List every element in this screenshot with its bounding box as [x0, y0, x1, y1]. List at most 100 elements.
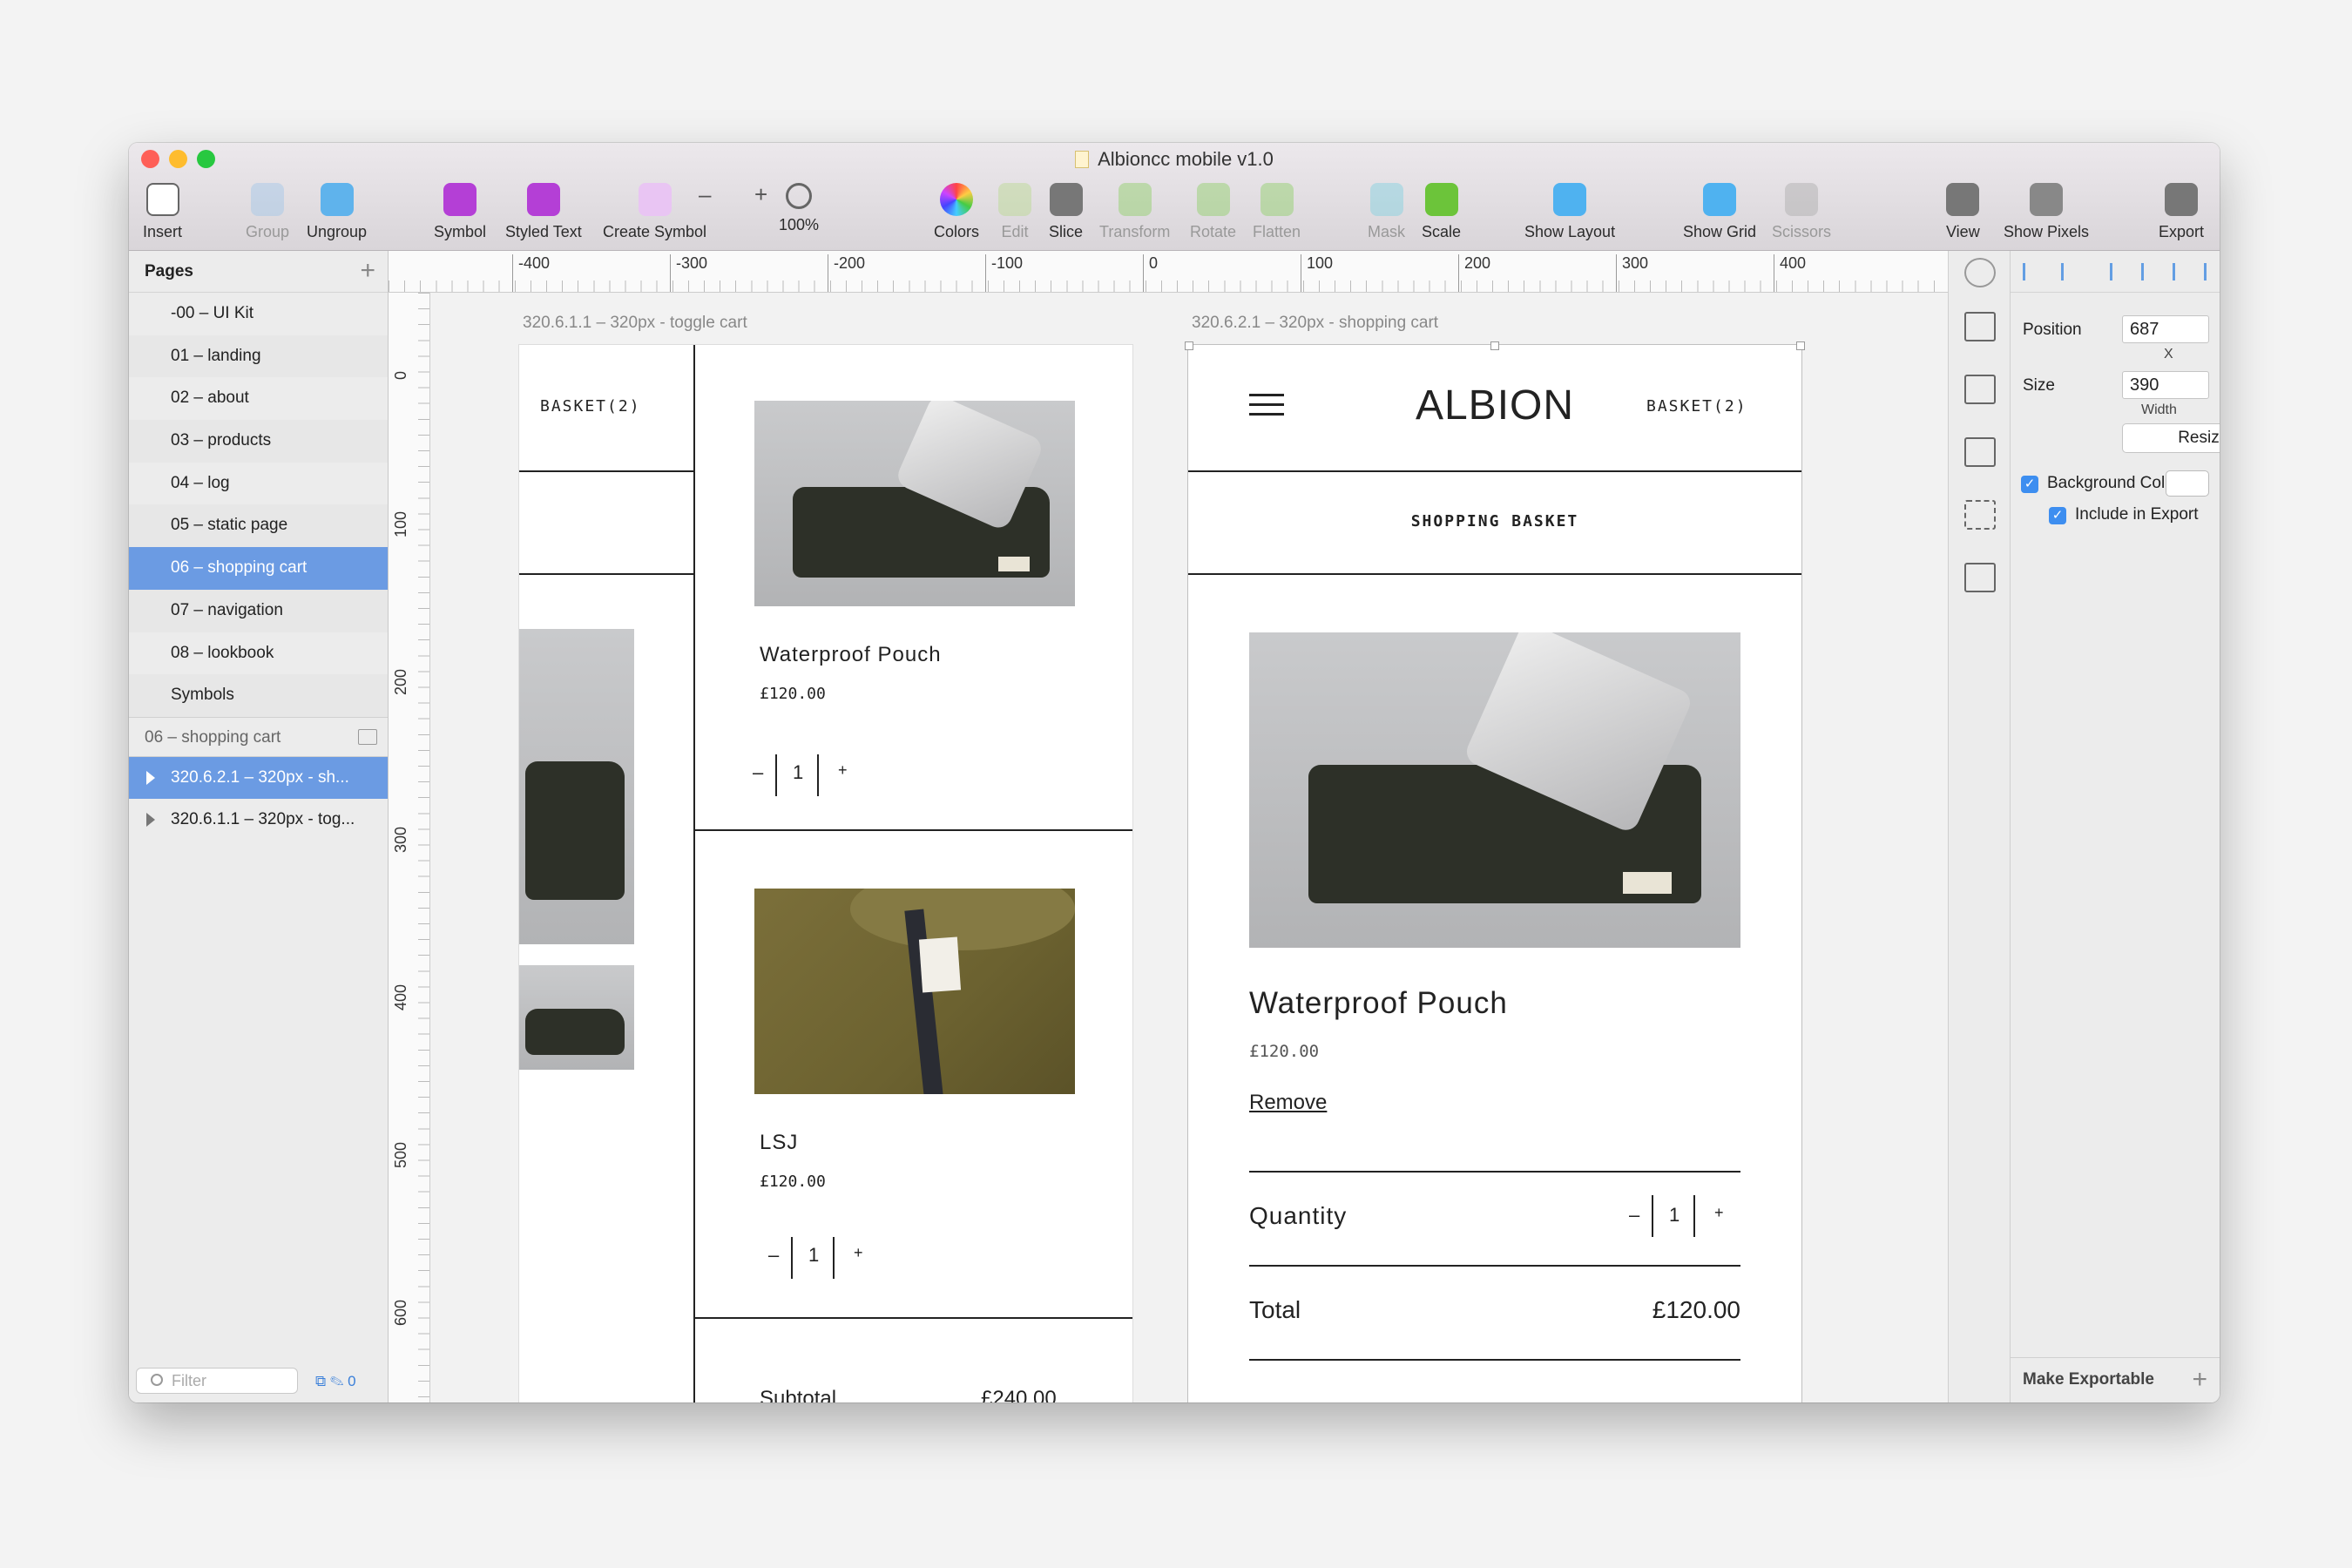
- include-in-export-checkbox[interactable]: ✓: [2049, 507, 2066, 524]
- page-item[interactable]: 05 – static page: [129, 504, 388, 548]
- artboard-layer[interactable]: 320.6.2.1 – 320px - sh...: [129, 756, 388, 799]
- tool-label: Ungroup: [307, 223, 368, 240]
- edit-tool[interactable]: Edit: [998, 183, 1031, 241]
- selection-handle[interactable]: [1185, 341, 1193, 350]
- view-tool[interactable]: View: [1946, 183, 1980, 241]
- position-x-field[interactable]: 687: [2122, 315, 2209, 343]
- artboard-toggle-cart[interactable]: BASKET(2) Waterproof Pouch £120.00 – 1 +…: [519, 345, 1132, 1402]
- sketch-window: Albioncc mobile v1.0 Insert Group Ungroup S…: [129, 143, 2220, 1402]
- page-item[interactable]: 08 – lookbook: [129, 632, 388, 675]
- distribute-horizontal-icon[interactable]: [2023, 263, 2040, 280]
- inspector-panel: Position 687 X Size 390 Width Resize to …: [2011, 251, 2220, 1402]
- quantity-value[interactable]: 1: [808, 1244, 819, 1267]
- decrement-button[interactable]: –: [753, 761, 763, 784]
- ruler-tick-label: 300: [1616, 254, 1648, 292]
- transform-tool[interactable]: Transform: [1099, 183, 1170, 241]
- artboard-label-left[interactable]: 320.6.1.1 – 320px - toggle cart: [523, 314, 747, 333]
- scissors-tool[interactable]: Scissors: [1772, 183, 1831, 241]
- increment-button[interactable]: +: [838, 761, 848, 780]
- page-item[interactable]: 04 – log: [129, 463, 388, 505]
- ruler-tick-label: 0: [392, 370, 409, 380]
- background-color-checkbox[interactable]: ✓: [2021, 476, 2038, 493]
- increment-button[interactable]: +: [1714, 1204, 1724, 1222]
- horizontal-ruler[interactable]: -400 -300 -200 -100 0 100 200 300 400: [389, 251, 1948, 293]
- page-item[interactable]: 07 – navigation: [129, 589, 388, 632]
- mask-tool[interactable]: Mask: [1368, 183, 1405, 241]
- add-page-icon[interactable]: +: [360, 256, 375, 286]
- background-color-swatch[interactable]: [2166, 470, 2209, 497]
- stack-icon[interactable]: [1964, 375, 1996, 404]
- align-center-icon[interactable]: [2141, 263, 2159, 280]
- show-pixels-tool[interactable]: Show Pixels: [2004, 183, 2089, 241]
- artboard-shopping-cart[interactable]: ALBION BASKET(2) SHOPPING BASKET Waterpr…: [1188, 345, 1801, 1402]
- zoom-out-button[interactable]: –: [699, 181, 711, 208]
- divider: [1188, 470, 1801, 472]
- basket-link[interactable]: BASKET(2): [1646, 397, 1747, 416]
- 100--tool[interactable]: 100%: [779, 183, 819, 234]
- colors-tool[interactable]: Colors: [934, 183, 979, 241]
- list-icon[interactable]: [1964, 437, 1996, 467]
- remove-link[interactable]: Remove: [1249, 1091, 1327, 1115]
- make-exportable-bar[interactable]: Make Exportable +: [2011, 1357, 2220, 1402]
- divider: [693, 1317, 1132, 1319]
- add-export-icon[interactable]: +: [2192, 1365, 2207, 1395]
- quantity-value[interactable]: 1: [793, 761, 803, 784]
- artboard-layer[interactable]: 320.6.1.1 – 320px - tog...: [129, 799, 388, 841]
- symbol-icon: [443, 183, 477, 216]
- basket-link-left[interactable]: BASKET(2): [540, 397, 641, 416]
- align-right-icon[interactable]: [2173, 263, 2190, 280]
- align-left-icon[interactable]: [2110, 263, 2127, 280]
- quantity-stepper[interactable]: – 1 +: [768, 1237, 890, 1281]
- group-tool[interactable]: Group: [246, 183, 289, 241]
- zoom-in-button[interactable]: +: [754, 181, 767, 208]
- background-color-label: Background Color: [2047, 474, 2180, 492]
- share-icon[interactable]: [1964, 312, 1996, 341]
- vertical-ruler[interactable]: 0 100 200 300 400 500 600: [389, 293, 430, 1402]
- resize-to-fit-button[interactable]: Resize to Fit: [2122, 423, 2220, 453]
- distribute-vertical-icon[interactable]: [2061, 263, 2078, 280]
- pages-header: Pages +: [129, 251, 388, 293]
- page-item[interactable]: Symbols: [129, 674, 388, 717]
- view-icon: [1946, 183, 1980, 216]
- symbol-tool[interactable]: Symbol: [434, 183, 486, 241]
- align-top-icon[interactable]: [2204, 263, 2216, 280]
- ungroup-tool[interactable]: Ungroup: [307, 183, 367, 241]
- quantity-stepper[interactable]: – 1 +: [753, 754, 875, 798]
- insert-tool[interactable]: Insert: [143, 183, 182, 241]
- page-item[interactable]: -00 – UI Kit: [129, 293, 388, 335]
- ruler-tick-label: 100: [1301, 254, 1333, 292]
- disclosure-triangle-icon[interactable]: [146, 770, 155, 785]
- styled-text-tool[interactable]: Styled Text: [505, 183, 582, 241]
- show-layout-tool[interactable]: Show Layout: [1524, 183, 1615, 241]
- stepper-divider: [775, 754, 777, 796]
- edit-shape-icon[interactable]: [1964, 563, 1996, 592]
- page-item[interactable]: 03 – products: [129, 420, 388, 463]
- flatten-tool[interactable]: Flatten: [1253, 183, 1301, 241]
- color-picker-icon[interactable]: [1964, 258, 1996, 287]
- disclosure-triangle-icon[interactable]: [146, 812, 155, 827]
- page-item[interactable]: 01 – landing: [129, 335, 388, 378]
- selection-handle[interactable]: [1490, 341, 1499, 350]
- show-grid-tool[interactable]: Show Grid: [1683, 183, 1756, 241]
- divider: [1188, 573, 1801, 575]
- filter-input[interactable]: Filter: [136, 1368, 298, 1394]
- sidebar-tools[interactable]: ⧉ ✎ 0: [315, 1373, 356, 1390]
- quantity-value[interactable]: 1: [1669, 1204, 1680, 1227]
- canvas[interactable]: 320.6.1.1 – 320px - toggle cart 320.6.2.…: [430, 293, 1948, 1402]
- scale-tool[interactable]: Scale: [1422, 183, 1461, 241]
- resize-icon[interactable]: [1964, 500, 1996, 530]
- width-field[interactable]: 390: [2122, 371, 2209, 399]
- export-tool[interactable]: Export: [2159, 183, 2204, 241]
- collapse-icon[interactable]: [358, 728, 377, 745]
- selection-handle[interactable]: [1796, 341, 1805, 350]
- artboard-label-right[interactable]: 320.6.2.1 – 320px - shopping cart: [1192, 314, 1438, 333]
- page-item[interactable]: 02 – about: [129, 377, 388, 420]
- rotate-tool[interactable]: Rotate: [1190, 183, 1236, 241]
- increment-button[interactable]: +: [854, 1244, 863, 1262]
- decrement-button[interactable]: –: [1629, 1204, 1639, 1227]
- quantity-stepper[interactable]: – 1 +: [1629, 1195, 1751, 1239]
- create-symbol-tool[interactable]: Create Symbol: [603, 183, 706, 241]
- decrement-button[interactable]: –: [768, 1244, 779, 1267]
- page-item[interactable]: 06 – shopping cart: [129, 547, 388, 590]
- slice-tool[interactable]: Slice: [1049, 183, 1083, 241]
